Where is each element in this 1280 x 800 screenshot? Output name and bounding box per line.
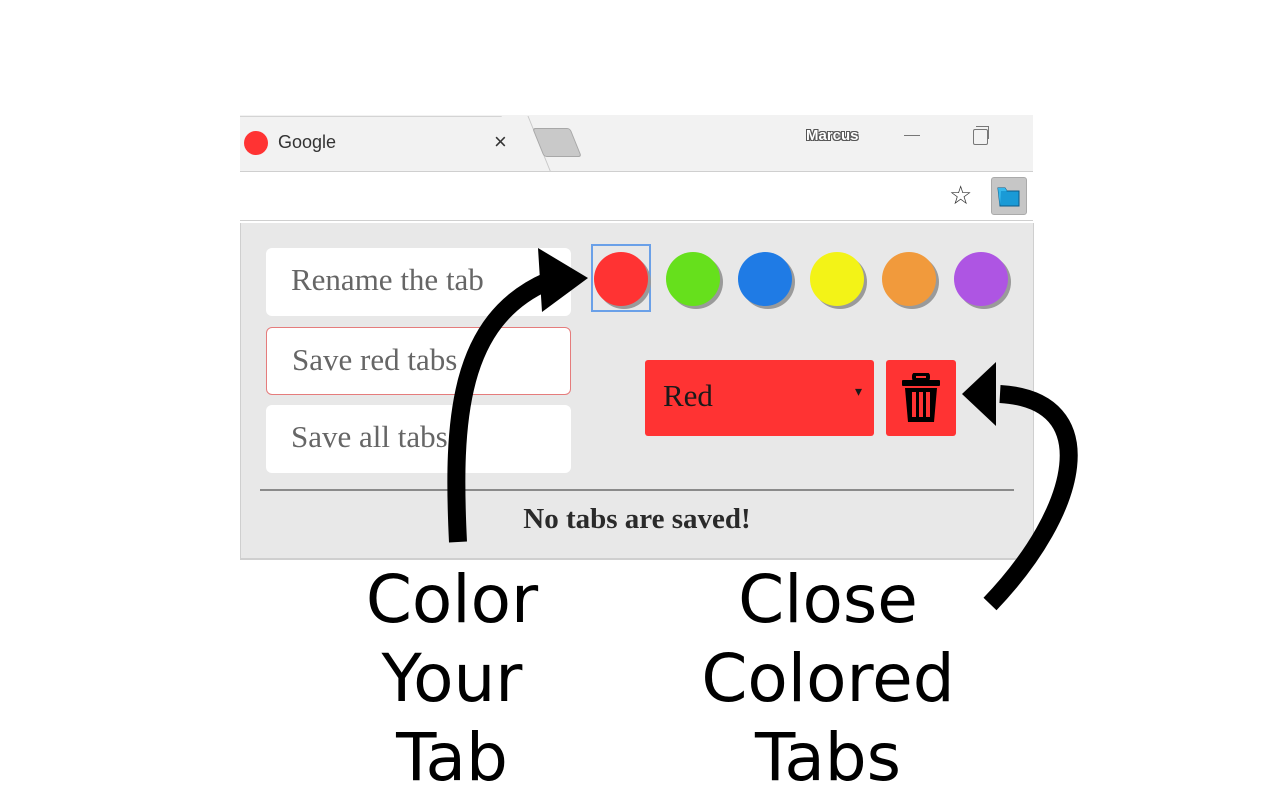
extension-button[interactable]: [991, 177, 1027, 215]
color-swatch-red[interactable]: [594, 252, 648, 306]
caption-close-colored-tabs: Close Colored Tabs: [688, 560, 968, 797]
tab-title: Google: [278, 132, 337, 152]
extension-popup: Rename the tab Save red tabs Save all ta…: [240, 223, 1034, 559]
divider: [260, 489, 1014, 491]
save-all-tabs-button[interactable]: Save all tabs: [266, 405, 571, 473]
color-swatch-blue[interactable]: [738, 252, 792, 306]
chevron-down-icon: ▾: [854, 385, 862, 400]
folder-icon: [997, 187, 1020, 207]
tab-strip: Google × Marcus: [240, 115, 1033, 172]
color-swatch-orange[interactable]: [882, 252, 936, 306]
bookmark-star-icon[interactable]: ☆: [949, 180, 972, 210]
caption-line: Your: [381, 640, 523, 717]
tab-close-icon[interactable]: ×: [494, 130, 507, 154]
caption-line: Color: [365, 561, 539, 638]
minimize-icon[interactable]: [904, 135, 920, 136]
save-red-tabs-button[interactable]: Save red tabs: [266, 327, 571, 395]
trash-icon: [902, 373, 940, 422]
color-swatch-yellow[interactable]: [810, 252, 864, 306]
caption-line: Tabs: [754, 719, 902, 796]
browser-toolbar: ☆: [240, 171, 1033, 221]
status-message: No tabs are saved!: [523, 503, 751, 535]
caption-line: Tab: [396, 719, 508, 796]
color-swatch-purple[interactable]: [954, 252, 1008, 306]
color-select-value: Red: [663, 378, 713, 413]
caption-line: Colored: [701, 640, 955, 717]
color-swatch-green[interactable]: [666, 252, 720, 306]
browser-window: Google × Marcus ☆ Rename the tab Save re…: [240, 115, 1034, 560]
profile-name[interactable]: Marcus: [806, 127, 859, 144]
browser-tab-google[interactable]: Google ×: [240, 116, 526, 172]
caption-color-your-tab: Color Your Tab: [352, 560, 552, 797]
caption-line: Close: [738, 561, 918, 638]
color-select[interactable]: Red ▾: [645, 360, 874, 436]
tab-favicon-icon: [244, 131, 268, 155]
close-colored-tabs-button[interactable]: [886, 360, 956, 436]
rename-tab-button[interactable]: Rename the tab: [266, 248, 571, 316]
restore-icon[interactable]: [973, 126, 989, 145]
